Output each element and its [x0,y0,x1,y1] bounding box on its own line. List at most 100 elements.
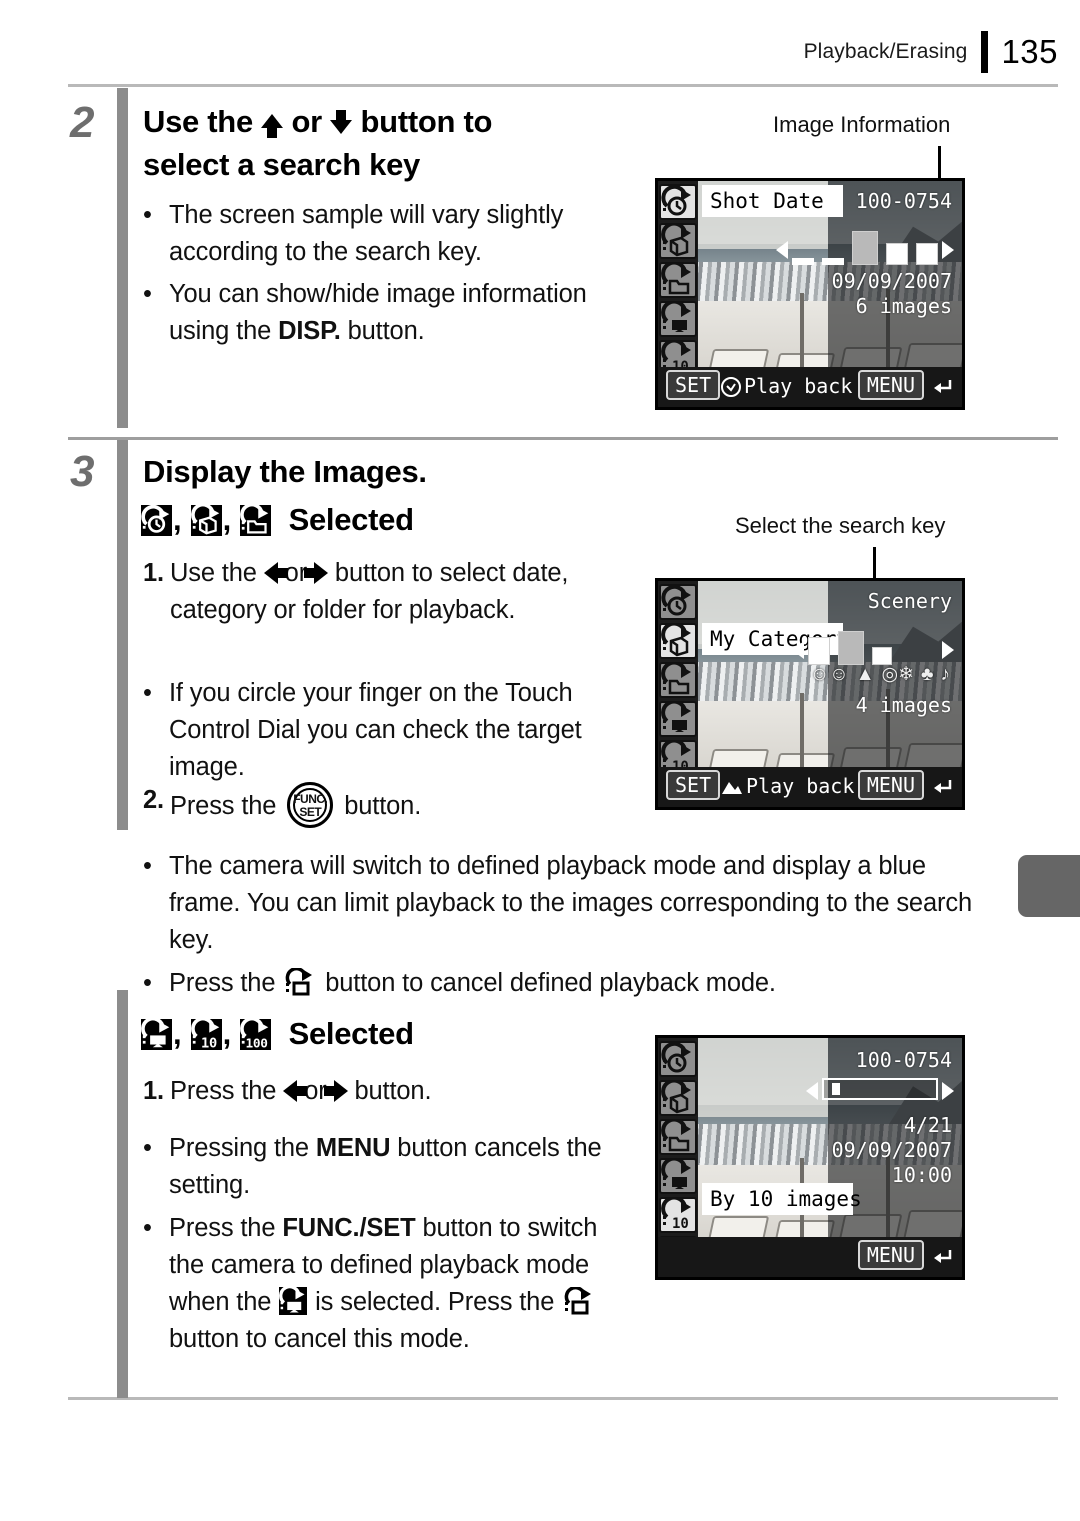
item-press-left-right: 1. Press the or button. [143,1073,623,1110]
step-3-item-2: 2. Press the FUNC. SET button. [143,782,623,828]
category-people-icon: ☺☺ [809,663,849,685]
step-3-subheading: , , Selected [140,498,660,541]
func-set-button-icon[interactable]: FUNC. SET [287,782,334,828]
folder-jump-icon [660,660,691,695]
fs-post: button to cancel this mode. [169,1325,470,1353]
selector-dash [792,258,814,265]
rail-item-folder-jump[interactable] [658,1117,697,1155]
rail-item-folder-jump[interactable] [658,260,697,298]
bullet-screen-sample: • The screen sample will vary slightly a… [143,197,643,271]
movie-jump-icon [660,699,691,732]
category-scenery-icon: ▲ [855,663,875,685]
screen-shot-date-set-action: Play back [744,374,853,398]
date-jump-icon [661,584,691,616]
rail-item-date-jump[interactable] [658,184,697,220]
selector-left-arrow-icon[interactable] [792,641,804,659]
arrow-up-icon [261,113,284,138]
progress-right-arrow-icon[interactable] [942,1082,954,1100]
comma-3: , [173,1016,190,1051]
movie-jump-icon [660,299,691,332]
screen-by-10-menu-key[interactable]: MENU [857,1240,924,1270]
bullet-menu-cancels: • Pressing the MENU button cancels the s… [143,1130,633,1204]
screen-shot-date-file-no: 100-0754 [855,189,952,213]
progress-left-arrow-icon[interactable] [806,1082,818,1100]
progress-bar-track[interactable] [822,1078,938,1100]
screen-shot-date-count: 6 images [855,294,952,318]
category-jump-icon [660,621,691,657]
screen-by-10-progress[interactable] [806,1078,954,1100]
bullet-disp: • You can show/hide image information us… [143,276,643,350]
screen-my-category-selector[interactable] [792,631,954,665]
arrow-left-icon [283,1080,308,1103]
step-3-heading: Display the Images. [143,450,643,493]
screen-my-category-menu-key[interactable]: MENU [857,770,924,800]
bullet-dot-icon: • [143,280,152,308]
folder-jump-icon [660,1117,691,1152]
svg-text:100: 100 [246,1036,268,1050]
screen-my-category-count: 4 images [855,693,952,717]
rail-item-movie-jump[interactable] [658,299,697,337]
selector-box-current[interactable] [838,631,864,665]
rail-item-movie-jump[interactable] [658,699,697,737]
bullet-dot-icon: • [143,1134,152,1162]
menu-pre: Pressing the [169,1134,316,1162]
rail-item-category-jump[interactable] [658,1078,697,1116]
s2-item1-post: button. [347,1077,432,1105]
bullet-funcset-switch-text: Press the FUNC./SET button to switch the… [169,1210,633,1358]
svg-text:10: 10 [201,1035,217,1050]
screen-shot-date-menu-key[interactable]: MENU [857,370,924,400]
category-1-icon: ♣ [921,663,934,685]
item2-pre: Press the [169,792,284,820]
progress-bar-knob[interactable] [832,1083,840,1095]
item2-post: button. [337,792,422,820]
rail-item-jump-10[interactable]: 10 [658,1195,697,1233]
step-3-heading-text: Display the Images. [143,454,427,489]
bullet-dot-icon: • [143,201,152,229]
rail-item-folder-jump[interactable] [658,660,697,698]
screen-my-category-set-action: Play back [746,774,855,798]
step-2-heading-pre: Use the [143,104,262,139]
step-2-bar [117,88,128,428]
step-2-bullets: • The screen sample will vary slightly a… [143,197,643,350]
step-3-item-1: 1. Use the or button to select date, cat… [143,555,613,629]
selector-box[interactable] [886,243,908,265]
selector-box[interactable] [808,637,830,665]
rule-step-3 [68,437,1058,440]
rail-item-date-jump[interactable] [658,584,697,620]
touch-dial-icon [721,377,741,397]
screen-shot-date-date: 09/09/2007 [831,269,952,293]
defined-playback-cancel-icon [564,1285,594,1315]
bullet-screen-sample-text: The screen sample will vary slightly acc… [169,201,564,266]
screen-by-10-file-no: 100-0754 [855,1048,952,1072]
screen-my-category-value: Scenery [867,589,952,613]
jump-100-icon: 100 [240,1019,272,1050]
selector-box-current[interactable] [852,231,878,265]
rail-item-category-jump[interactable] [658,621,697,659]
screen-my-category-set-key[interactable]: SET [666,770,721,800]
item-press-funcset-text: Press the FUNC. SET button. [170,782,623,828]
bullet-cancel-defined: • Press the button to cancel defined pla… [143,965,983,1002]
selector-left-arrow-icon[interactable] [776,241,788,259]
s2-item1-pre: Press the [169,1077,284,1105]
category-jump-icon [660,1078,691,1114]
step-2-heading-mid: or [283,104,331,139]
step-2-heading: Use the or button to select a search key [143,100,633,186]
rail-item-date-jump[interactable] [658,1041,697,1077]
screen-shot-date-label: Shot Date [702,185,843,217]
return-arrow-icon [934,1250,952,1263]
section-2-bullets: • Pressing the MENU button cancels the s… [143,1130,633,1358]
screen-shot-date-set-key[interactable]: SET [666,370,721,400]
comma-2: , [222,502,240,537]
selector-right-arrow-icon[interactable] [942,641,954,659]
callout-image-information: Image Information [773,112,951,137]
screen-by-10-label: By 10 images [702,1183,862,1215]
rail-item-category-jump[interactable] [658,221,697,259]
selector-right-arrow-icon[interactable] [942,241,954,259]
screen-shot-date: 10 100 Shot Date 100-0754 09/09/2007 6 i… [655,178,965,410]
rail-item-movie-jump[interactable] [658,1156,697,1194]
selector-box[interactable] [916,243,938,265]
bullet-touch-dial: • If you circle your finger on the Touch… [143,675,623,786]
item-number-1: 1. [143,559,164,587]
bullet-menu-cancels-text: Pressing the MENU button cancels the set… [169,1130,633,1204]
screen-shot-date-selector[interactable] [776,231,954,265]
